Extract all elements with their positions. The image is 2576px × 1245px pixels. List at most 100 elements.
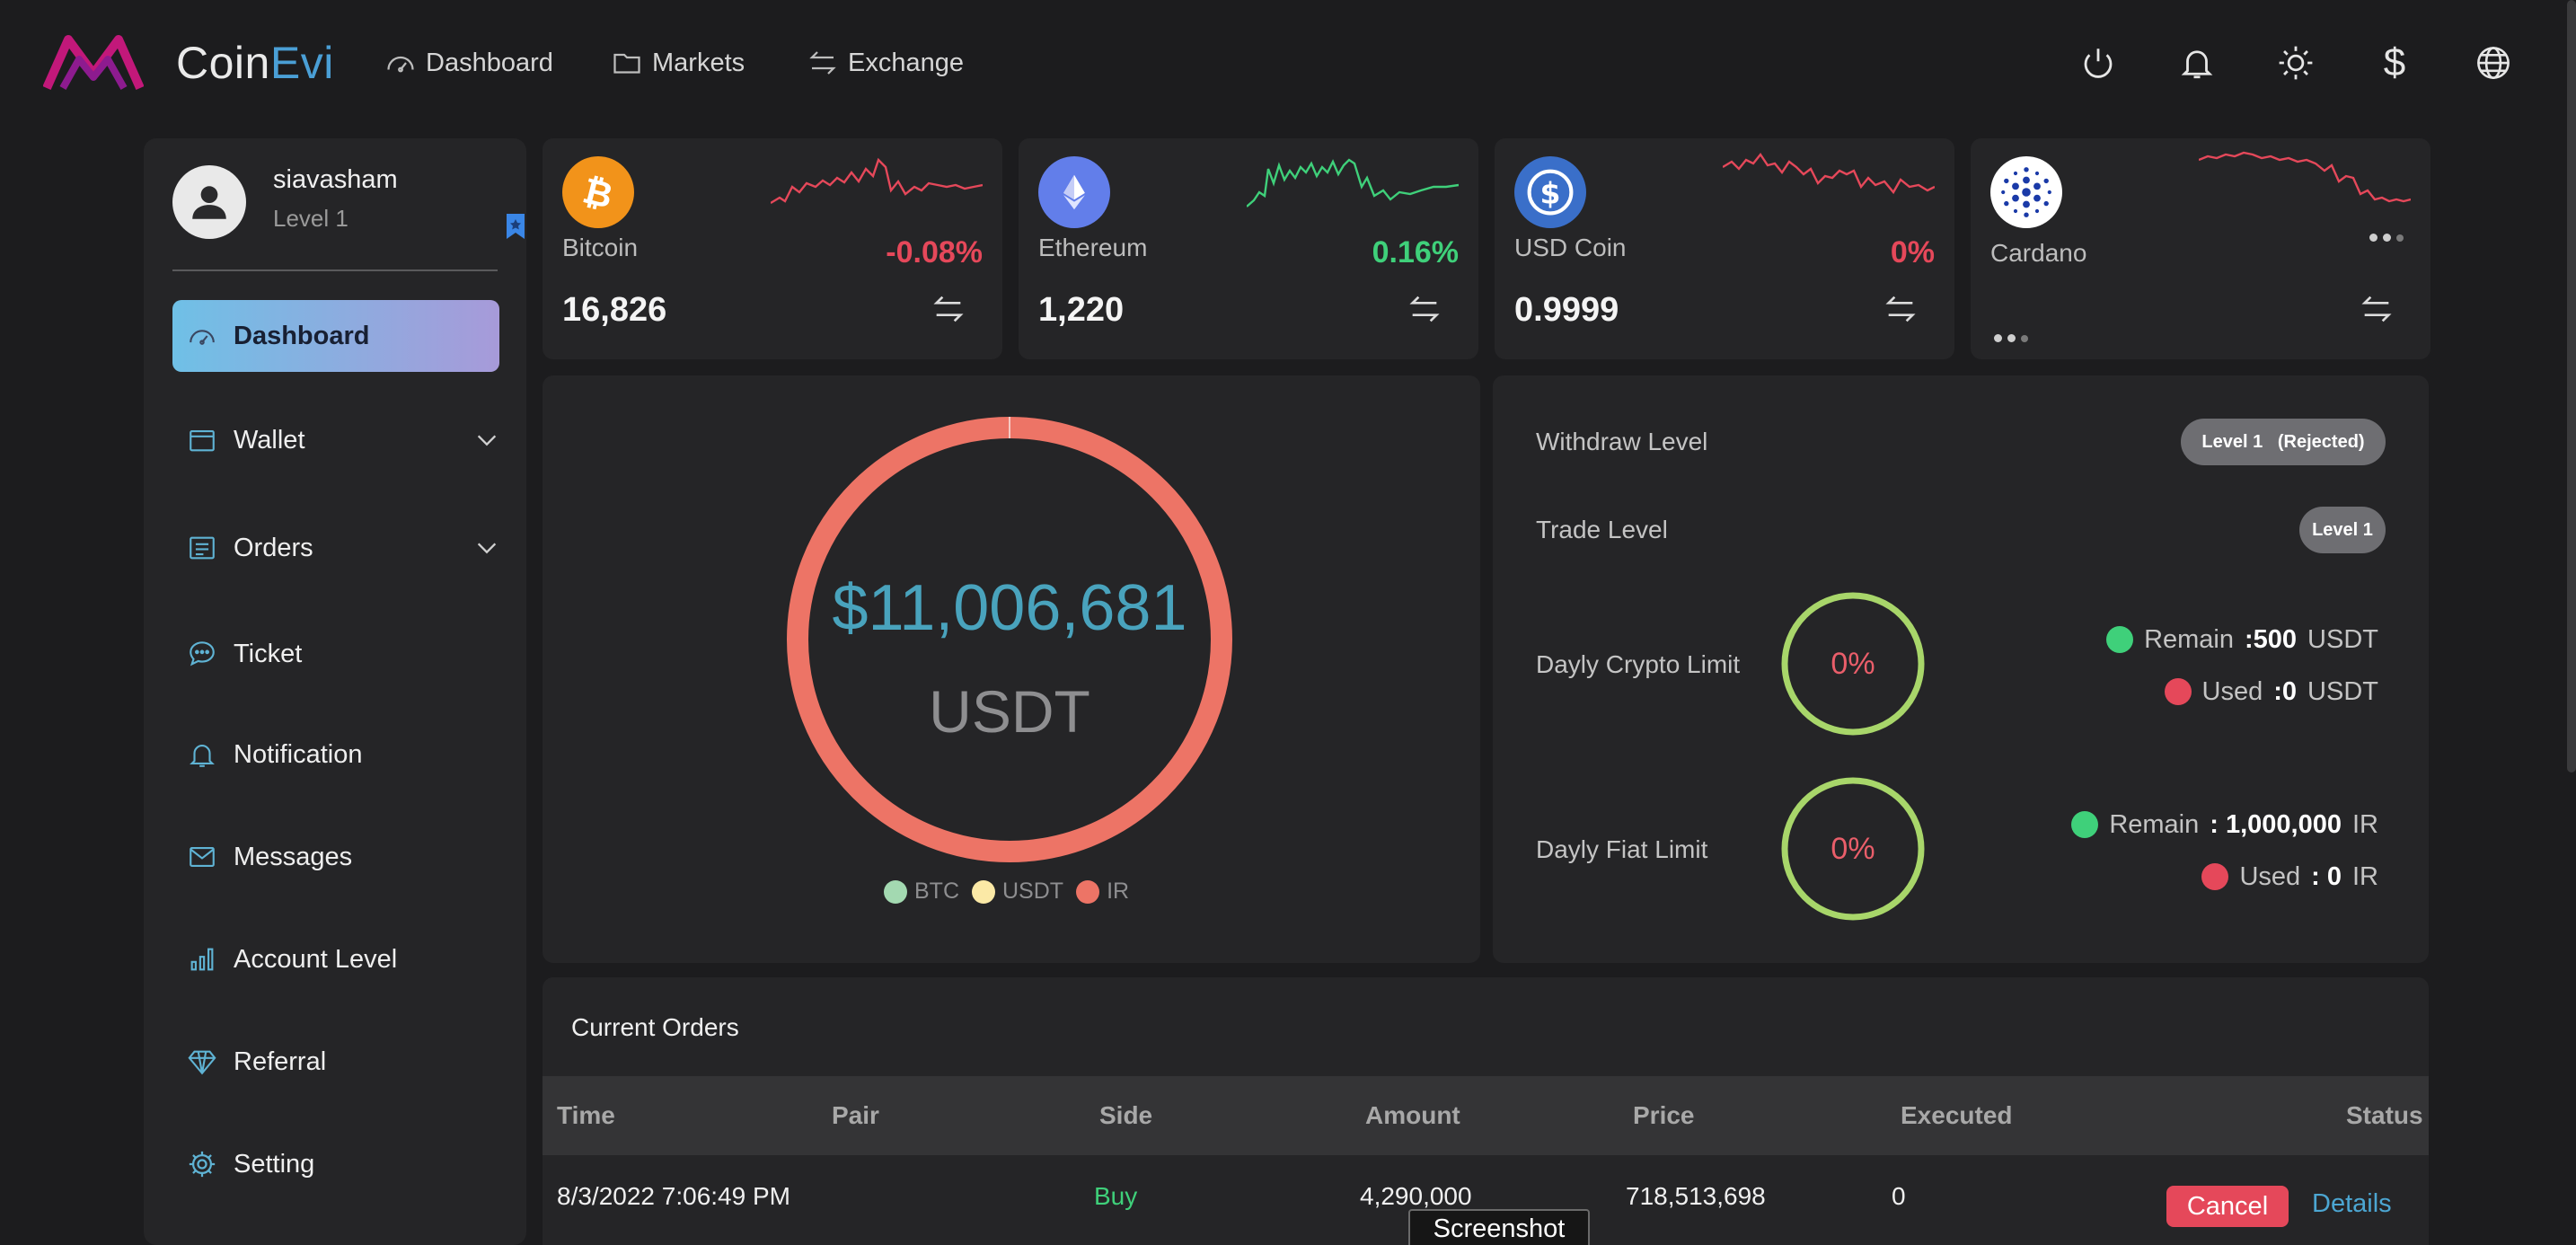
orders-table-header: Time Pair Side Amount Price Executed Sta… — [543, 1076, 2429, 1155]
legend-swatch — [884, 879, 907, 904]
power-icon — [2084, 49, 2113, 78]
coin-card-usd-coin[interactable]: $ USD Coin 0% 0.9999 — [1495, 138, 1954, 359]
used-dot — [2164, 678, 2192, 705]
user-icon — [192, 186, 226, 219]
sidebar-item-orders[interactable]: Orders — [172, 512, 499, 584]
remain-dot — [2071, 811, 2099, 838]
bookmark-icon[interactable] — [505, 212, 526, 241]
sidebar-item-messages[interactable]: Messages — [172, 821, 499, 893]
top-bar: CoinEvi Dashboard Markets Exchange $ — [0, 0, 2576, 128]
coin-card-bitcoin[interactable]: ₿ Bitcoin -0.08% 16,826 — [543, 138, 1002, 359]
sidebar-item-notification[interactable]: Notification — [172, 719, 499, 790]
sidebar-item-ticket[interactable]: Ticket — [172, 618, 499, 690]
order-details-link[interactable]: Details — [2312, 1189, 2392, 1219]
bell-icon — [190, 745, 215, 767]
swap-icon — [809, 51, 836, 75]
screenshot-tooltip: Screenshot — [1408, 1209, 1590, 1245]
swap-icon[interactable] — [931, 291, 966, 327]
used-label: Used — [2239, 861, 2301, 891]
column-header-pair[interactable]: Pair — [832, 1101, 879, 1130]
withdraw-level-label: Withdraw Level — [1536, 428, 1708, 455]
username: siavasham — [273, 165, 398, 194]
brand-name[interactable]: CoinEvi — [176, 36, 334, 90]
notifications-button[interactable] — [2174, 40, 2220, 86]
coin-price: 1,220 — [1038, 291, 1125, 329]
sparkline-chart — [1247, 158, 1459, 208]
sidebar-item-referral[interactable]: Referral — [172, 1026, 499, 1098]
coin-price: 16,826 — [562, 291, 667, 329]
coin-name: USD Coin — [1514, 234, 1627, 261]
folder-icon — [613, 53, 640, 74]
sidebar-item-label: Account Level — [234, 944, 398, 974]
diamond-icon — [188, 1050, 216, 1075]
balance-unit: USDT — [929, 678, 1090, 745]
legend-item-ir[interactable]: IR — [1076, 879, 1129, 905]
brand-name-part2: Evi — [269, 38, 334, 88]
coinevi-logo[interactable] — [43, 32, 144, 92]
sidebar-item-setting[interactable]: Setting — [172, 1128, 499, 1200]
fiat-limit-label: Dayly Fiat Limit — [1536, 835, 1708, 863]
remain-unit: IR — [2352, 809, 2378, 839]
column-header-amount[interactable]: Amount — [1365, 1101, 1460, 1130]
chat-bubble-icon — [190, 641, 215, 667]
column-header-status[interactable]: Status — [2346, 1101, 2423, 1130]
wallet-icon — [190, 430, 215, 452]
cardano-icon — [1990, 156, 2062, 228]
legend-swatch — [1076, 879, 1100, 904]
sidebar-item-dashboard[interactable]: Dashboard — [172, 300, 499, 372]
sidebar-item-wallet[interactable]: Wallet — [172, 404, 499, 476]
power-button[interactable] — [2075, 40, 2122, 86]
legend-label: IR — [1107, 879, 1130, 904]
coin-card-ethereum[interactable]: Ethereum 0.16% 1,220 — [1019, 138, 1478, 359]
used-value: : 0 — [2311, 861, 2342, 891]
trade-level-badge: Level 1 — [2299, 507, 2386, 553]
bell-icon — [2181, 50, 2213, 79]
page-scrollbar[interactable] — [2567, 0, 2576, 773]
dollar-icon: $ — [2383, 40, 2406, 84]
swap-icon[interactable] — [1883, 291, 1919, 327]
limits-panel: Withdraw Level Level 1 (Rejected) Trade … — [1493, 375, 2429, 963]
order-time: 8/3/2022 7:06:49 PM — [557, 1182, 790, 1210]
cancel-order-button[interactable]: Cancel — [2166, 1186, 2289, 1227]
topnav-exchange[interactable]: Exchange — [807, 43, 964, 83]
order-price: 718,513,698 — [1626, 1182, 1766, 1210]
svg-text:₿: ₿ — [578, 170, 616, 215]
user-profile[interactable]: siavasham Level 1 — [172, 165, 525, 264]
language-button[interactable] — [2470, 40, 2517, 86]
orders-title: Current Orders — [571, 1013, 739, 1041]
sparkline-chart — [1723, 152, 1935, 195]
bitcoin-icon: ₿ — [562, 156, 634, 228]
swap-icon[interactable] — [2359, 291, 2395, 327]
column-header-side[interactable]: Side — [1099, 1101, 1152, 1130]
column-header-price[interactable]: Price — [1633, 1101, 1695, 1130]
topnav-markets[interactable]: Markets — [611, 43, 745, 83]
sidebar-item-account-level[interactable]: Account Level — [172, 923, 499, 995]
swap-icon[interactable] — [1407, 291, 1442, 327]
loading-indicator — [1994, 334, 2028, 342]
coin-name: Ethereum — [1038, 234, 1148, 261]
legend-item-usdt[interactable]: USDT — [972, 879, 1063, 905]
chevron-down-icon[interactable] — [474, 428, 499, 453]
coin-card-cardano[interactable]: Cardano — [1971, 138, 2430, 359]
sidebar-item-label: Ticket — [234, 639, 303, 668]
legend-item-btc[interactable]: BTC — [884, 879, 959, 905]
speedometer-icon — [190, 330, 215, 345]
avatar[interactable] — [172, 165, 246, 239]
topnav-dashboard[interactable]: Dashboard — [384, 43, 553, 83]
envelope-icon — [190, 847, 215, 867]
coin-name: Cardano — [1990, 239, 2087, 267]
brand-name-part1: Coin — [176, 38, 270, 88]
currency-button[interactable]: $ — [2371, 40, 2418, 86]
legend-swatch — [972, 879, 995, 904]
fiat-used-row: Used : 0 IR — [2201, 859, 2378, 895]
fiat-remain-row: Remain : 1,000,000 IR — [2071, 807, 2378, 843]
topnav-exchange-label: Exchange — [848, 48, 964, 77]
column-header-executed[interactable]: Executed — [1901, 1101, 2013, 1130]
order-side: Buy — [1094, 1182, 1138, 1210]
speedometer-icon — [387, 56, 414, 73]
column-header-time[interactable]: Time — [557, 1101, 615, 1130]
remain-label: Remain — [2144, 624, 2234, 654]
chevron-down-icon[interactable] — [474, 535, 499, 561]
remain-value: :500 — [2245, 624, 2298, 654]
theme-toggle-button[interactable] — [2272, 40, 2319, 86]
